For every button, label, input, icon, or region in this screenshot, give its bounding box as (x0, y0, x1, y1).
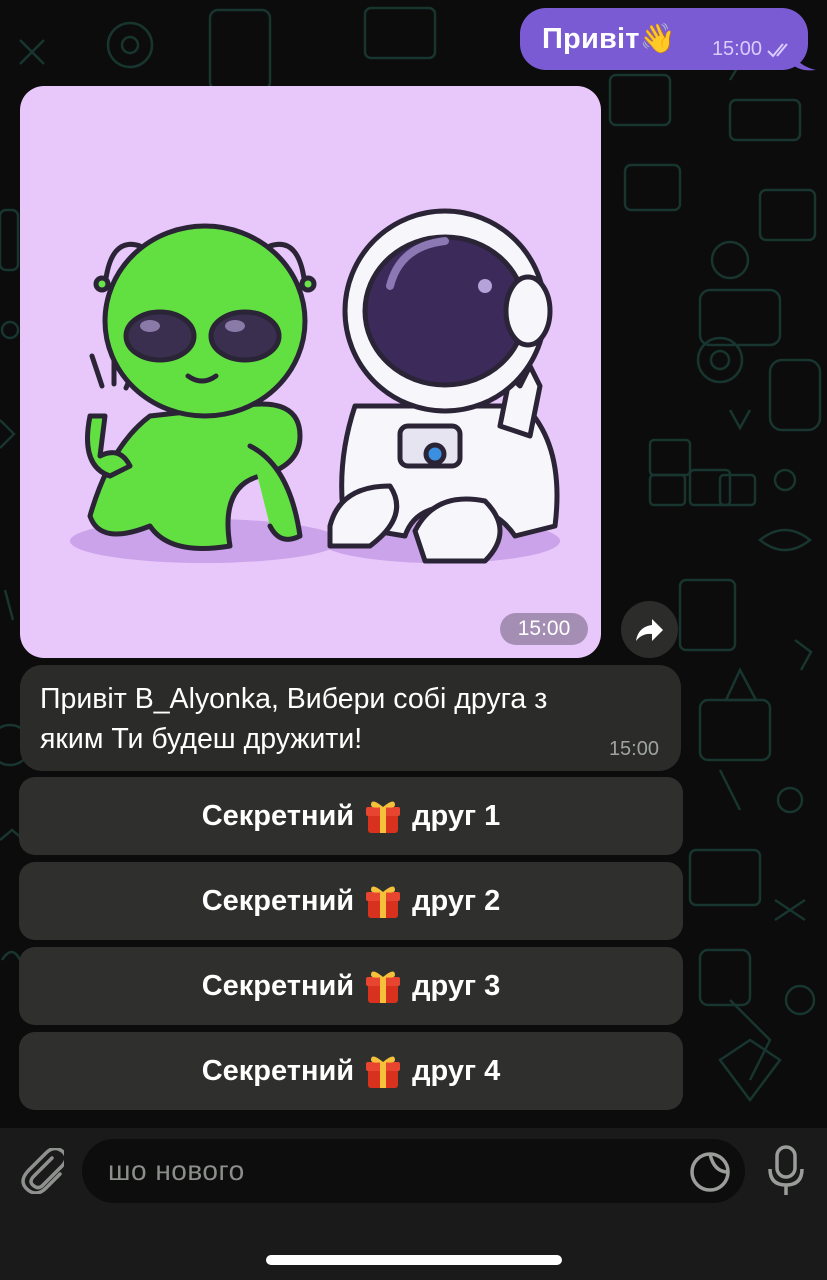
gift-icon (366, 1056, 401, 1088)
keyboard-button-label-post: друг 1 (412, 799, 501, 832)
forward-button[interactable] (621, 601, 678, 658)
alien-astronaut-illustration (70, 208, 560, 564)
outgoing-bubble-tail (792, 52, 816, 71)
keyboard-button-label-post: друг 2 (412, 884, 501, 917)
outgoing-message-bubble[interactable]: Привіт👋 15:00 (520, 8, 808, 70)
home-indicator (266, 1255, 562, 1265)
keyboard-button-friend-3[interactable]: Секретний друг 3 (19, 947, 683, 1025)
forward-arrow-icon (635, 618, 663, 641)
keyboard-button-label-pre: Секретний (201, 799, 355, 832)
keyboard-button-friend-4[interactable]: Секретний друг 4 (19, 1032, 683, 1110)
incoming-message-line-1: Привіт B_Alyonka, Вибери собі друга з (40, 683, 548, 715)
photo-message[interactable]: 15:00 (20, 86, 601, 658)
gift-icon (366, 886, 401, 918)
incoming-message-bubble[interactable]: Привіт B_Alyonka, Вибери собі друга з як… (20, 665, 681, 771)
message-input-placeholder: шо нового (108, 1155, 245, 1186)
incoming-message-text: Привіт B_Alyonka, Вибери собі друга з як… (40, 679, 670, 759)
keyboard-button-label-post: друг 4 (412, 1054, 501, 1087)
gift-icon (366, 971, 401, 1003)
keyboard-button-label-pre: Секретний (201, 1054, 355, 1087)
read-checkmarks-icon (767, 42, 788, 57)
keyboard-button-label-pre: Секретний (201, 969, 355, 1002)
incoming-message-time: 15:00 (608, 738, 659, 760)
outgoing-message-text: Привіт👋 (542, 23, 676, 55)
photo-timestamp: 15:00 (500, 613, 588, 645)
keyboard-button-friend-2[interactable]: Секретний друг 2 (19, 862, 683, 940)
sticker-icon[interactable] (689, 1151, 731, 1193)
keyboard-button-label-post: друг 3 (412, 969, 501, 1002)
message-input[interactable]: шо нового (82, 1139, 745, 1203)
attach-icon[interactable] (20, 1148, 64, 1194)
incoming-message-line-2: яким Ти будеш дружити! (40, 723, 363, 755)
keyboard-button-label-pre: Секретний (201, 884, 355, 917)
gift-icon (366, 801, 401, 833)
outgoing-message-meta: 15:00 (712, 38, 794, 61)
microphone-icon[interactable] (766, 1145, 806, 1197)
keyboard-button-friend-1[interactable]: Секретний друг 1 (19, 777, 683, 855)
outgoing-message-time: 15:00 (711, 38, 762, 60)
